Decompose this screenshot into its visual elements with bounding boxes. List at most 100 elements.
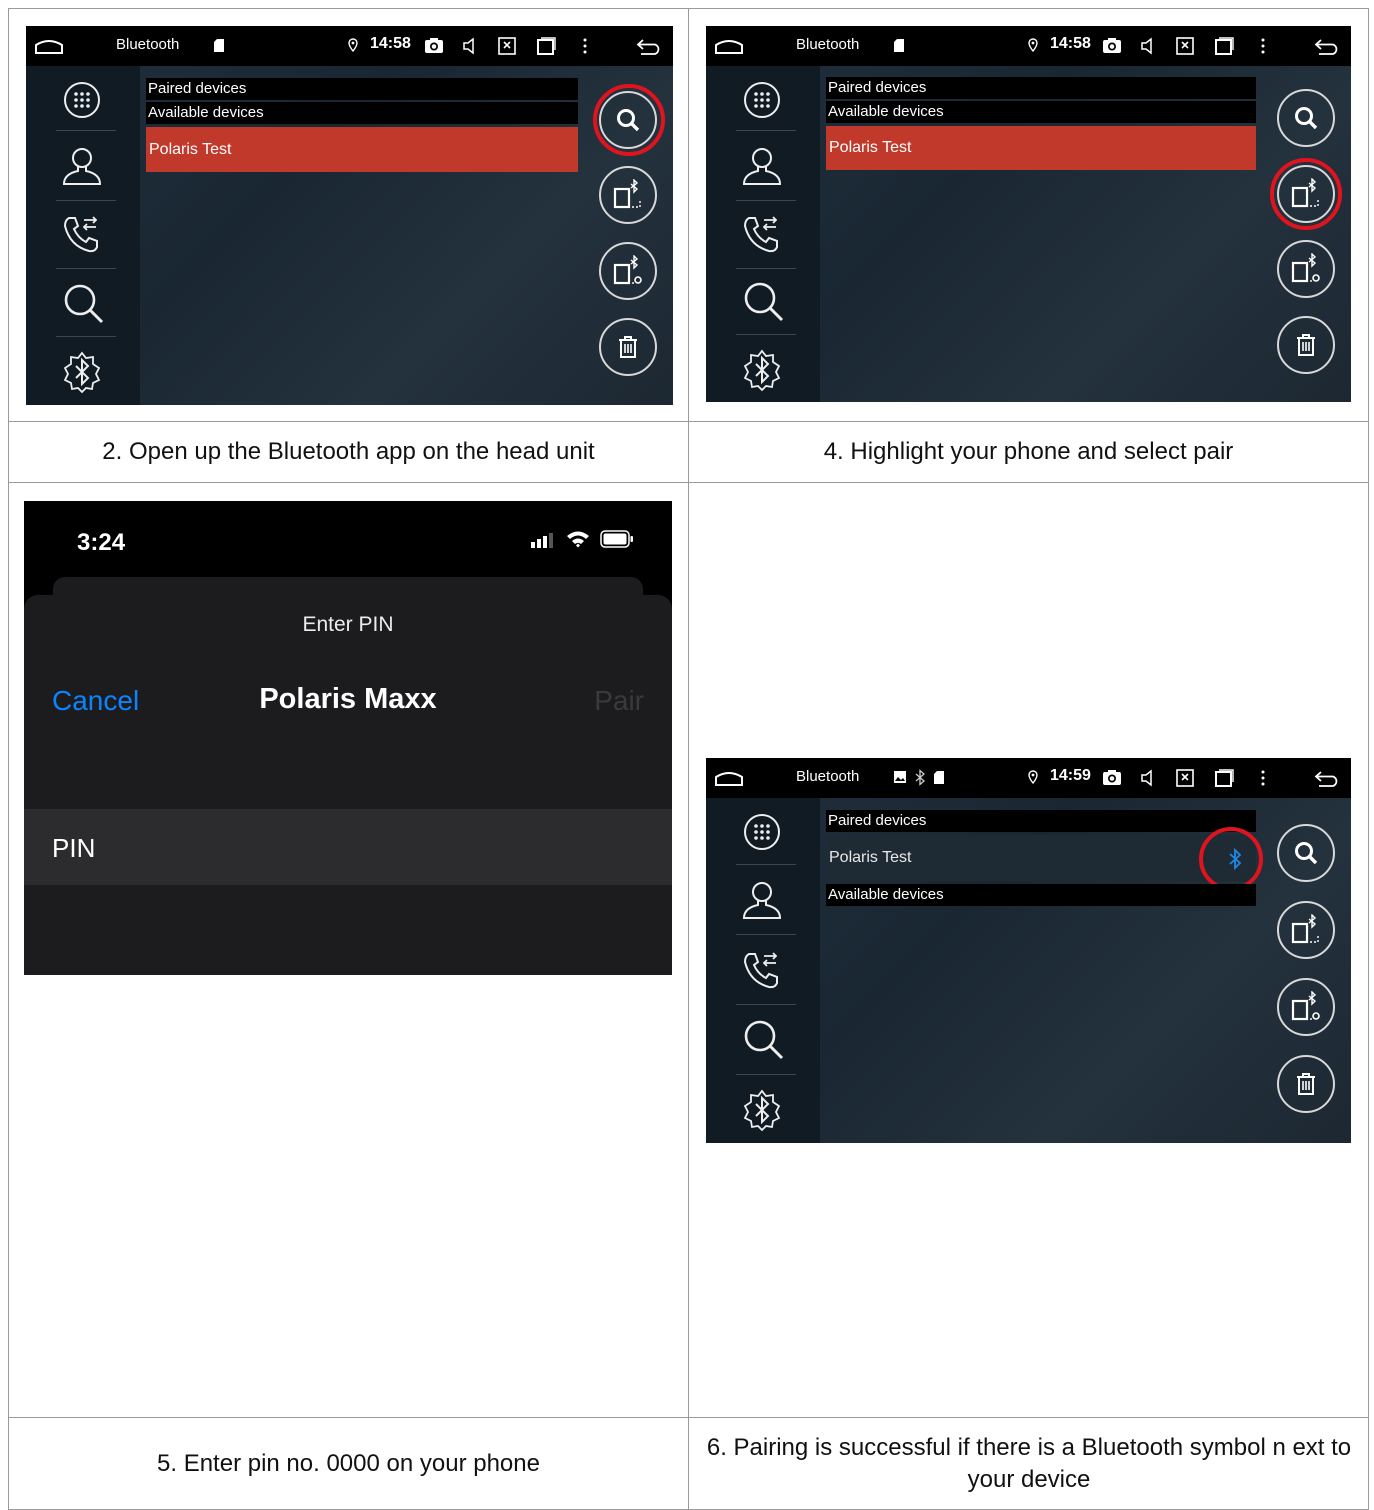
paired-devices-header: Paired devices — [826, 77, 1256, 99]
back-icon[interactable] — [1313, 769, 1341, 787]
call-log-icon[interactable] — [740, 948, 784, 992]
paired-device-name: Polaris Test — [829, 849, 912, 866]
pin-label: PIN — [52, 833, 96, 863]
camera-icon[interactable] — [1102, 37, 1122, 54]
pair-button[interactable] — [599, 166, 657, 224]
image-icon — [894, 771, 906, 783]
status-bar: Bluetooth 14:58 — [26, 26, 673, 66]
location-icon — [1028, 770, 1038, 784]
home-icon[interactable] — [714, 36, 744, 56]
dialpad-icon[interactable] — [62, 80, 102, 120]
paired-devices-header: Paired devices — [146, 78, 578, 100]
sidebar-divider — [736, 130, 796, 131]
sidebar-divider — [736, 864, 796, 865]
phone-bluetooth-icon — [1291, 914, 1319, 944]
head-unit-screen-step-6: Bluetooth 14:59 Paired devices Polaris T… — [706, 758, 1351, 1143]
recent-apps-icon[interactable] — [1214, 769, 1234, 787]
bt-sidebar — [706, 66, 820, 402]
status-bar: Bluetooth 14:58 — [706, 26, 1351, 66]
device-row-highlighted[interactable]: Polaris Test — [146, 127, 578, 172]
sheet-title: Enter PIN — [302, 613, 394, 636]
volume-icon[interactable] — [462, 37, 478, 55]
call-log-icon[interactable] — [740, 212, 784, 256]
caption-step-2: 2. Open up the Bluetooth app on the head… — [102, 438, 595, 465]
search-icon — [1295, 107, 1318, 130]
disconnect-button[interactable] — [1277, 978, 1335, 1036]
status-bar: Bluetooth 14:59 — [706, 758, 1351, 798]
pin-input-row[interactable]: PIN — [24, 809, 672, 885]
table-border-left — [8, 8, 9, 1510]
bluetooth-settings-icon[interactable] — [60, 350, 104, 394]
clock: 14:59 — [1050, 767, 1091, 784]
back-icon[interactable] — [635, 37, 663, 55]
camera-icon[interactable] — [1102, 769, 1122, 786]
pair-button[interactable] — [1277, 901, 1335, 959]
screenshot-icon[interactable] — [1176, 769, 1194, 787]
available-devices-header: Available devices — [826, 884, 1256, 906]
caption-step-5: 5. Enter pin no. 0000 on your phone — [157, 1449, 540, 1477]
sidebar-divider — [56, 130, 116, 131]
sd-card-icon — [214, 39, 224, 52]
volume-icon[interactable] — [1140, 769, 1156, 787]
device-row-highlighted[interactable]: Polaris Test — [826, 126, 1256, 170]
screenshot-icon[interactable] — [1176, 37, 1194, 55]
dialpad-icon[interactable] — [742, 80, 782, 120]
back-icon[interactable] — [1313, 37, 1341, 55]
location-icon — [348, 38, 358, 52]
head-unit-screen-step-4: Bluetooth 14:58 Paired devices Available… — [706, 26, 1351, 402]
app-title: Bluetooth — [796, 768, 860, 785]
screenshot-icon[interactable] — [498, 37, 516, 55]
recent-apps-icon[interactable] — [536, 37, 556, 55]
table-border-right — [1368, 8, 1369, 1510]
paired-devices-header: Paired devices — [826, 810, 1256, 832]
search-button[interactable] — [1277, 824, 1335, 882]
location-icon — [1028, 38, 1038, 52]
head-unit-screen-step-2: Bluetooth 14:58 Paired devices Available… — [26, 26, 673, 405]
bluetooth-settings-icon[interactable] — [740, 348, 784, 392]
search-devices-icon[interactable] — [62, 282, 106, 326]
caption-step-4: 4. Highlight your phone and select pair — [823, 438, 1234, 465]
more-options-icon[interactable] — [583, 38, 587, 54]
home-icon[interactable] — [714, 768, 744, 788]
contacts-icon[interactable] — [60, 144, 104, 188]
bt-sidebar — [26, 66, 140, 405]
delete-button[interactable] — [1277, 316, 1335, 374]
sidebar-divider — [56, 336, 116, 337]
sidebar-divider — [736, 334, 796, 335]
search-button[interactable] — [1277, 89, 1335, 147]
camera-icon[interactable] — [424, 37, 444, 54]
contacts-icon[interactable] — [740, 878, 784, 922]
search-devices-icon[interactable] — [742, 1018, 786, 1062]
recent-apps-icon[interactable] — [1214, 37, 1234, 55]
device-name: Polaris Maxx — [259, 683, 437, 715]
bt-sidebar — [706, 798, 820, 1143]
bluetooth-settings-icon[interactable] — [740, 1088, 784, 1132]
clock: 14:58 — [1050, 35, 1091, 52]
more-options-icon[interactable] — [1261, 38, 1265, 54]
contacts-icon[interactable] — [740, 144, 784, 188]
search-devices-icon[interactable] — [742, 280, 786, 324]
volume-icon[interactable] — [1140, 37, 1156, 55]
search-icon — [1295, 842, 1318, 865]
disconnect-button[interactable] — [1277, 240, 1335, 298]
bluetooth-status-icon — [915, 769, 925, 786]
call-log-icon[interactable] — [60, 212, 104, 256]
phone-screen-step-5: 3:24 Enter PIN Cancel Polaris Maxx Pair … — [24, 501, 672, 975]
wifi-icon — [567, 531, 589, 548]
dialpad-icon[interactable] — [742, 812, 782, 852]
clock: 14:58 — [370, 35, 411, 52]
delete-button[interactable] — [1277, 1055, 1335, 1113]
sidebar-divider — [736, 1004, 796, 1005]
paired-device-row[interactable]: Polaris Test — [826, 835, 1256, 881]
disconnect-button[interactable] — [599, 242, 657, 300]
more-options-icon[interactable] — [1261, 770, 1265, 786]
home-icon[interactable] — [34, 36, 64, 56]
app-title: Bluetooth — [116, 36, 180, 53]
cellular-signal-icon — [531, 533, 553, 548]
sd-card-icon — [894, 39, 904, 52]
available-devices-header: Available devices — [146, 102, 578, 124]
pair-button-disabled[interactable]: Pair — [594, 685, 644, 717]
sidebar-divider — [56, 200, 116, 201]
delete-button[interactable] — [599, 318, 657, 376]
highlight-ring — [1199, 827, 1263, 891]
